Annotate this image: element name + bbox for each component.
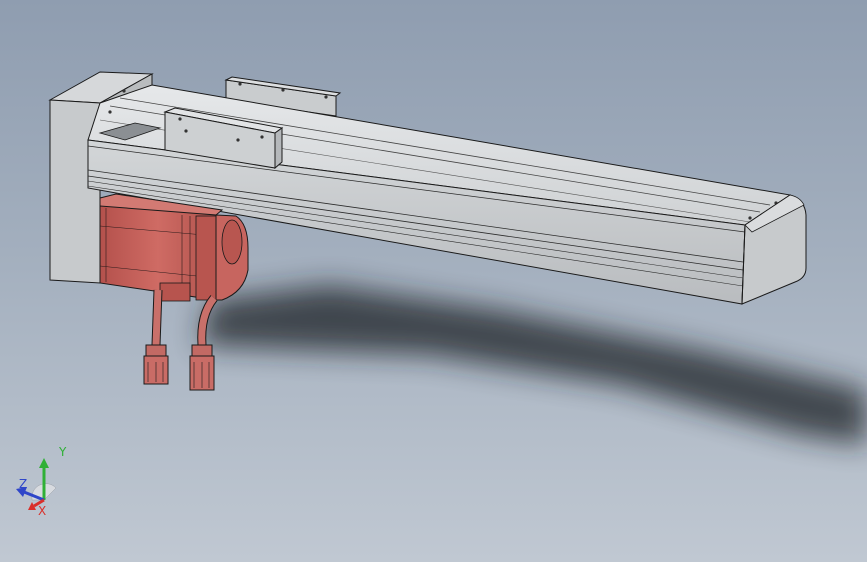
graphics-viewport[interactable]: Y Z X bbox=[0, 0, 867, 562]
coordinate-triad[interactable]: Y Z X bbox=[14, 440, 74, 520]
x-axis-label: X bbox=[38, 504, 46, 518]
cable-left[interactable] bbox=[143, 289, 169, 385]
drop-shadow bbox=[200, 285, 867, 445]
z-axis-label: Z bbox=[19, 477, 27, 491]
y-axis-arrowhead bbox=[39, 458, 49, 468]
model-scene[interactable] bbox=[0, 0, 867, 562]
y-axis-label: Y bbox=[58, 445, 67, 459]
